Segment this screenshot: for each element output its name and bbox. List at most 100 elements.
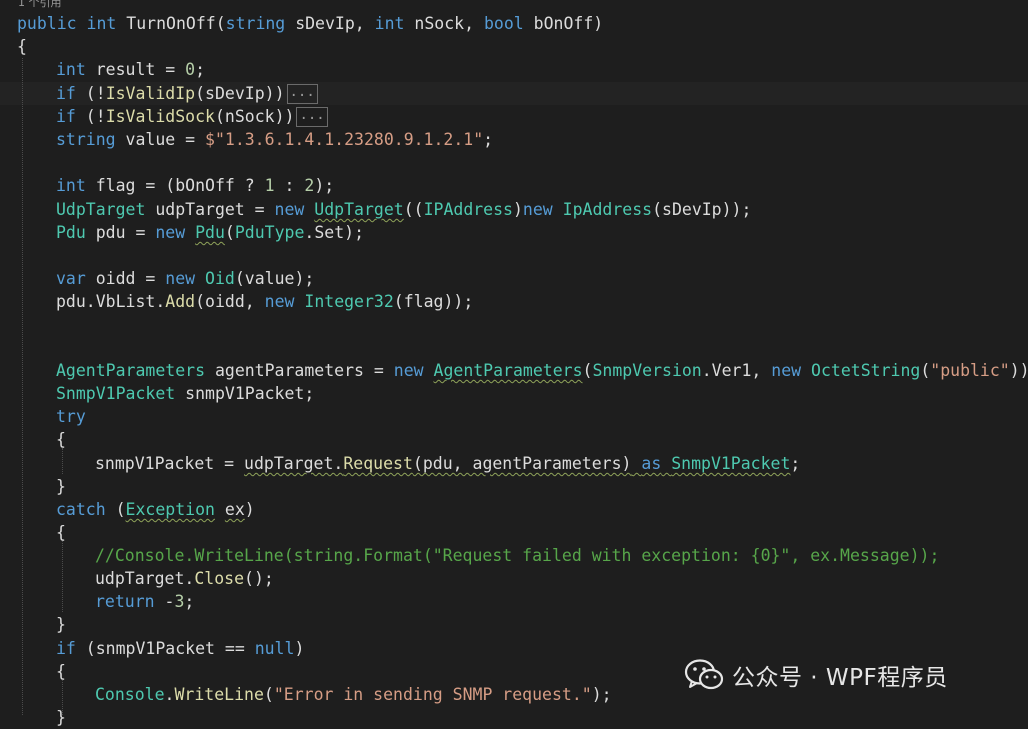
code-line-console: Console.WriteLine("Error in sending SNMP… bbox=[95, 683, 612, 706]
code-line-try: try bbox=[56, 407, 86, 426]
code-line-catch: catch (Exception ex) bbox=[56, 498, 255, 521]
code-line-request: snmpV1Packet = udpTarget.Request(pdu, ag… bbox=[95, 452, 800, 475]
code-text: (); bbox=[244, 569, 274, 588]
type-name: Pdu bbox=[195, 223, 225, 242]
code-line-udp-target: UdpTarget udpTarget = new UdpTarget((IPA… bbox=[56, 198, 751, 221]
code-text: snmpV1Packet = bbox=[95, 454, 245, 473]
method-call: IsValidIp bbox=[105, 84, 196, 103]
code-text: ; bbox=[184, 592, 195, 611]
watermark-text: 公众号 · WPF程序员 bbox=[732, 665, 948, 691]
code-editor[interactable]: 1 个引用 public int TurnOnOff ( string sDevIp… bbox=[0, 0, 1028, 727]
code-text: : bbox=[274, 176, 305, 195]
code-text: )); bbox=[1009, 361, 1028, 380]
code-line-close-brace: } bbox=[56, 615, 66, 634]
code-text: ; bbox=[483, 130, 494, 149]
code-text: ); bbox=[314, 176, 335, 195]
keyword: new bbox=[522, 200, 553, 219]
number: 0 bbox=[185, 60, 196, 79]
keyword: catch bbox=[56, 500, 106, 519]
code-line-vblist-add: pdu.VbList.Add(oidd, new Integer32(flag)… bbox=[56, 290, 473, 313]
collapsed-region-button[interactable]: ... bbox=[296, 106, 328, 127]
method-call: Add bbox=[165, 292, 196, 311]
code-text: udpTarget = bbox=[145, 200, 275, 219]
keyword: new bbox=[155, 223, 186, 242]
keyword: null bbox=[254, 639, 295, 658]
identifier: result bbox=[95, 60, 156, 79]
type-name: AgentParameters bbox=[433, 361, 583, 380]
keyword: new bbox=[393, 361, 424, 380]
code-text: ( bbox=[105, 500, 126, 519]
code-text: - bbox=[154, 592, 175, 611]
code-text: (oidd, bbox=[195, 292, 265, 311]
type-name: Exception bbox=[125, 500, 215, 519]
watermark: 公众号 · WPF程序员 bbox=[684, 655, 948, 695]
code-text: value = bbox=[115, 130, 206, 149]
code-line-open-brace: { bbox=[56, 523, 66, 542]
code-text: pdu = bbox=[85, 223, 156, 242]
type-name: IPAddress bbox=[423, 200, 513, 219]
indent-guide bbox=[62, 448, 63, 474]
code-text: (pdu, agentParameters) bbox=[412, 454, 632, 473]
code-line-comment: //Console.WriteLine(string.Format("Reque… bbox=[95, 546, 940, 565]
code-text: .Ver1, bbox=[701, 361, 772, 380]
code-line-open-brace: { bbox=[56, 430, 66, 449]
number: 1 bbox=[264, 176, 275, 195]
keyword: new bbox=[771, 361, 802, 380]
parameter: bOnOff bbox=[533, 14, 594, 33]
number: 3 bbox=[174, 592, 185, 611]
keyword: string bbox=[225, 14, 286, 33]
code-line-oid: var oidd = new Oid(value); bbox=[56, 267, 314, 290]
parameter: sDevIp bbox=[295, 14, 355, 33]
code-line-snmp-decl: SnmpV1Packet snmpV1Packet; bbox=[56, 382, 314, 405]
code-text: (value); bbox=[234, 269, 315, 288]
method-call: IsValidSock bbox=[105, 107, 215, 126]
code-text: ) bbox=[294, 639, 305, 658]
type-name: SnmpVersion bbox=[592, 361, 702, 380]
method-call: Close bbox=[194, 569, 245, 588]
string-literal: "Error in sending SNMP request." bbox=[273, 685, 592, 704]
type-name: AgentParameters bbox=[56, 361, 206, 380]
parameter: nSock bbox=[414, 14, 465, 33]
codelens-references[interactable]: 1 个引用 bbox=[18, 0, 62, 9]
keyword: if bbox=[56, 107, 76, 126]
keyword: public bbox=[17, 14, 77, 33]
string-literal: "public" bbox=[930, 361, 1010, 380]
code-text: ) bbox=[244, 500, 255, 519]
collapsed-region-button[interactable]: ... bbox=[286, 83, 318, 104]
code-text: snmpV1Packet; bbox=[175, 384, 315, 403]
code-line-value: string value = $"1.3.6.1.4.1.23280.9.1.2… bbox=[56, 128, 493, 151]
code-text: . bbox=[164, 685, 175, 704]
string-literal: $"1.3.6.1.4.1.23280.9.1.2.1" bbox=[205, 130, 484, 149]
indent-guide bbox=[62, 540, 63, 612]
code-text: ( bbox=[224, 223, 235, 242]
type-name: Pdu bbox=[56, 223, 86, 242]
code-text: (( bbox=[403, 200, 424, 219]
code-text: (sDevIp)); bbox=[652, 200, 752, 219]
method-name: TurnOnOff bbox=[126, 14, 216, 33]
code-text: ); bbox=[591, 685, 612, 704]
code-line-result: int result = 0; bbox=[56, 58, 205, 81]
code-text: (flag)); bbox=[393, 292, 474, 311]
code-line-if-valid-sock: if (!IsValidSock(nSock))... bbox=[56, 105, 328, 128]
code-text: = bbox=[155, 60, 186, 79]
code-text: ( bbox=[920, 361, 931, 380]
code-line-if-valid-ip: if (!IsValidIp(sDevIp))... bbox=[56, 82, 318, 105]
code-text: (! bbox=[75, 84, 106, 103]
type-name: Integer32 bbox=[304, 292, 394, 311]
code-text: .Set); bbox=[304, 223, 365, 242]
keyword: var bbox=[56, 269, 86, 288]
identifier: ex bbox=[224, 500, 245, 519]
code-text: (sDevIp)) bbox=[195, 84, 285, 103]
code-text: (nSock)) bbox=[214, 107, 295, 126]
code-text: pdu.VbList. bbox=[56, 292, 166, 311]
keyword: int bbox=[56, 60, 86, 79]
type-name: IpAddress bbox=[562, 200, 653, 219]
code-text: udpTarget. bbox=[244, 454, 344, 473]
code-line-flag: int flag = (bOnOff ? 1 : 2); bbox=[56, 174, 334, 197]
type-name: SnmpV1Packet bbox=[56, 384, 176, 403]
keyword: int bbox=[374, 14, 405, 33]
code-text: ( bbox=[582, 361, 593, 380]
code-text: udpTarget. bbox=[95, 569, 195, 588]
keyword: new bbox=[165, 269, 196, 288]
number: 2 bbox=[304, 176, 315, 195]
